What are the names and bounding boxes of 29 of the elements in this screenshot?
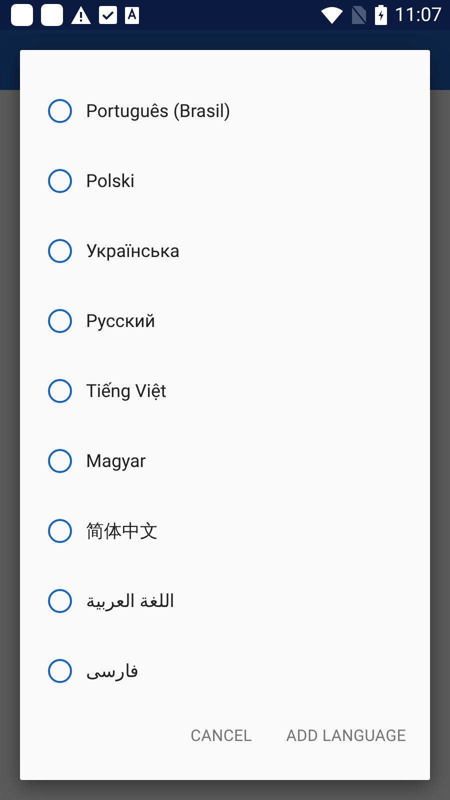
notification-icon (11, 4, 33, 26)
radio-button[interactable] (48, 239, 72, 263)
option-label: Magyar (86, 450, 146, 474)
add-language-button[interactable]: ADD LANGUAGE (276, 718, 416, 754)
checkbox-icon (99, 6, 117, 24)
font-icon (125, 6, 139, 24)
option-label: Português (Brasil) (86, 100, 230, 124)
radio-button[interactable] (48, 449, 72, 473)
radio-button[interactable] (48, 589, 72, 613)
clock-time: 11:07 (394, 2, 442, 28)
wifi-icon (320, 6, 343, 24)
option-label: 简体中文 (86, 520, 158, 544)
option-label: Українська (86, 240, 180, 264)
option-label: Русский (86, 310, 156, 334)
notification-icon (41, 4, 63, 26)
radio-button[interactable] (48, 379, 72, 403)
radio-button[interactable] (48, 99, 72, 123)
option-label: Polski (86, 170, 135, 194)
radio-button[interactable] (48, 659, 72, 683)
battery-charging-icon (374, 5, 387, 25)
no-sim-icon (350, 5, 367, 25)
option-label: Tiếng Việt (86, 380, 166, 404)
option-label: اللغة العربية (86, 590, 174, 614)
radio-button[interactable] (48, 309, 72, 333)
option-label: فارسی (86, 660, 139, 684)
radio-button[interactable] (48, 169, 72, 193)
warning-icon (71, 6, 91, 24)
cancel-button[interactable]: CANCEL (180, 718, 262, 754)
radio-button[interactable] (48, 519, 72, 543)
